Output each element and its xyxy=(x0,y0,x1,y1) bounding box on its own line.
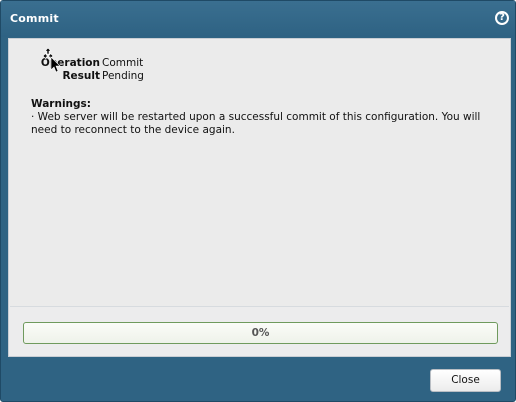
commit-progress-bar: 0% xyxy=(23,322,498,344)
operation-value: Commit xyxy=(102,57,144,69)
warning-message: · Web server will be restarted upon a su… xyxy=(31,111,481,136)
dialog-body: Operation Commit Result Pending Warnings… xyxy=(8,38,511,357)
progress-label: 0% xyxy=(251,327,270,339)
commit-dialog: Commit ? Operation Commit Result Pending xyxy=(0,0,516,402)
close-button[interactable]: Close xyxy=(430,369,501,392)
divider xyxy=(10,306,509,307)
warnings-heading: Warnings: xyxy=(31,98,91,110)
dialog-titlebar[interactable]: Commit ? xyxy=(1,1,515,37)
result-value: Pending xyxy=(102,70,144,82)
help-icon[interactable]: ? xyxy=(495,11,509,25)
commit-details: Operation Commit Result Pending Warnings… xyxy=(10,40,509,306)
move-cursor-icon xyxy=(43,48,61,73)
dialog-title: Commit xyxy=(10,12,59,25)
